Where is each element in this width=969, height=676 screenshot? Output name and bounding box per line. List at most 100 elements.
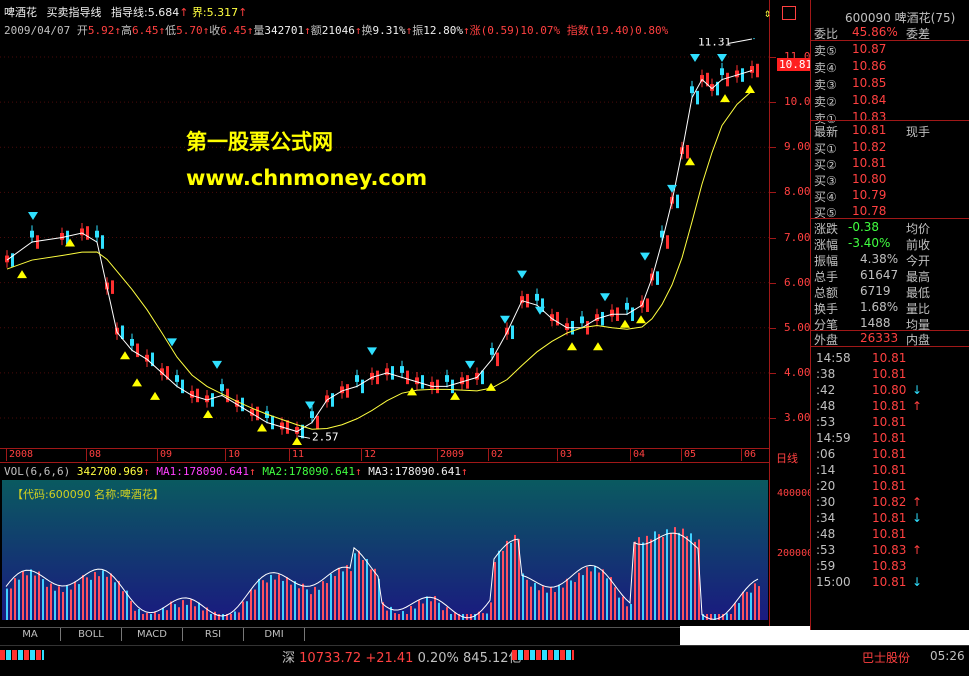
bid-price: 10.79	[852, 188, 887, 202]
quote-title: 600090 啤酒花(75)	[845, 9, 955, 26]
volume-bar	[170, 601, 172, 620]
tab-macd[interactable]: MACD	[122, 628, 183, 641]
price-tick	[770, 327, 776, 329]
volume-bar	[342, 571, 344, 620]
quote-divider	[810, 346, 969, 347]
tick-arrow: ↓	[912, 511, 923, 525]
candle	[451, 379, 454, 394]
ohlc-header: 2009/04/07 开5.92↑高6.45↑低5.70↑收6.45↑量3427…	[4, 24, 669, 37]
price-tick	[770, 282, 776, 284]
volume-bar	[178, 607, 180, 620]
volume-bar	[486, 613, 488, 620]
tick-price: 10.82	[872, 495, 907, 509]
candle	[331, 393, 334, 407]
volume-chart[interactable]	[2, 480, 768, 620]
tab-boll[interactable]: BOLL	[61, 628, 122, 641]
sell-signal-icon	[305, 401, 315, 410]
volume-bar	[454, 612, 456, 620]
price-tick-label: 9.00	[784, 140, 811, 154]
volume-bar	[570, 580, 572, 620]
expand-icon[interactable]	[782, 6, 796, 20]
date-label-08: 08	[89, 449, 102, 460]
volume-bar	[638, 537, 640, 620]
ask-row: 卖③ 10.85	[812, 76, 967, 92]
tick-arrow: ↓	[912, 575, 923, 589]
sell-signal-icon	[717, 54, 727, 63]
bound-value: 5.317	[206, 6, 239, 19]
bid-price: 10.81	[852, 156, 887, 170]
tick-row: :59 10.83	[812, 559, 967, 575]
stat-row: 总额 6719 最低	[812, 284, 967, 300]
date-tick	[157, 449, 158, 461]
volume-bar	[746, 591, 748, 620]
volume-bar	[34, 575, 36, 620]
tick-row: 14:58 10.81	[812, 351, 967, 367]
price-tick	[770, 192, 776, 194]
volume-header: VOL(6,6,6) 342700.969↑ MA1:178090.641↑ M…	[4, 465, 468, 478]
sell-signal-icon	[465, 360, 475, 369]
tab-ma[interactable]: MA	[0, 628, 61, 641]
buy-signal-icon	[120, 351, 130, 360]
volume-bar	[546, 592, 548, 620]
price-tick	[770, 57, 776, 58]
price-tick-label: 4.00	[784, 365, 811, 379]
volume-bar	[234, 611, 236, 620]
vol-ma1: MA1:178090.641	[156, 465, 250, 478]
tick-row: :38 10.81	[812, 367, 967, 383]
volume-bar	[218, 614, 220, 620]
volume-bar	[350, 571, 352, 620]
indicator-name: 买卖指导线	[46, 6, 102, 19]
candle	[700, 69, 704, 88]
volume-bar	[730, 614, 732, 620]
volume-bar	[18, 579, 20, 620]
stat-label-2: 最高	[906, 270, 931, 284]
scroll-arrows-icon[interactable]: ⇕	[764, 6, 771, 20]
volume-bar	[442, 610, 444, 620]
tick-price: 10.81	[872, 447, 907, 461]
volume-bar	[522, 573, 524, 620]
volume-bar	[650, 539, 652, 620]
volume-bar	[274, 579, 276, 620]
tick-price: 10.83	[872, 559, 907, 573]
stat-row: 涨跌 -0.38 均价	[812, 220, 967, 236]
date-label-12: 12	[364, 449, 377, 460]
volume-bar	[506, 540, 508, 620]
volume-bar	[362, 559, 364, 620]
volume-bar	[466, 614, 468, 620]
volume-bar	[94, 572, 96, 620]
volume-bar	[642, 542, 644, 620]
tab-rsi[interactable]: RSI	[183, 628, 244, 641]
xianshou-label: 现手	[906, 125, 931, 139]
volume-bar	[626, 606, 628, 620]
candle	[466, 375, 469, 389]
stat-label-2: 今开	[906, 254, 931, 268]
tab-dmi[interactable]: DMI	[244, 628, 305, 641]
bid-price: 10.80	[852, 172, 887, 186]
date-label-03: 03	[560, 449, 573, 460]
volume-bar	[314, 586, 316, 620]
volume-bar	[130, 600, 132, 620]
volume-bar	[554, 591, 556, 620]
candlestick-chart[interactable]: 11.31 2.57	[0, 38, 770, 450]
ticker-name[interactable]: 巴士股份	[862, 649, 910, 666]
stat-value: -3.40%	[848, 236, 891, 250]
volume-bar	[726, 613, 728, 620]
tick-time: :14	[816, 463, 836, 477]
stat-value: 4.38%	[860, 252, 899, 266]
volume-bar	[186, 604, 188, 620]
volume-bar	[286, 577, 288, 620]
guide-line	[6, 70, 753, 433]
date-label-04: 04	[633, 449, 646, 460]
volume-bar	[238, 612, 240, 620]
volume-bar	[346, 565, 348, 620]
volume-bar	[250, 589, 252, 620]
volume-bar	[614, 587, 616, 620]
candle	[111, 280, 114, 294]
volume-bar	[150, 614, 152, 620]
buy-signal-icon	[292, 437, 302, 446]
sell-signal-icon	[690, 54, 700, 63]
vol-value: 342700.969	[76, 465, 144, 478]
volume-bar	[58, 586, 60, 620]
tick-time: :38	[816, 367, 836, 381]
period-label[interactable]: 日线	[776, 450, 798, 466]
